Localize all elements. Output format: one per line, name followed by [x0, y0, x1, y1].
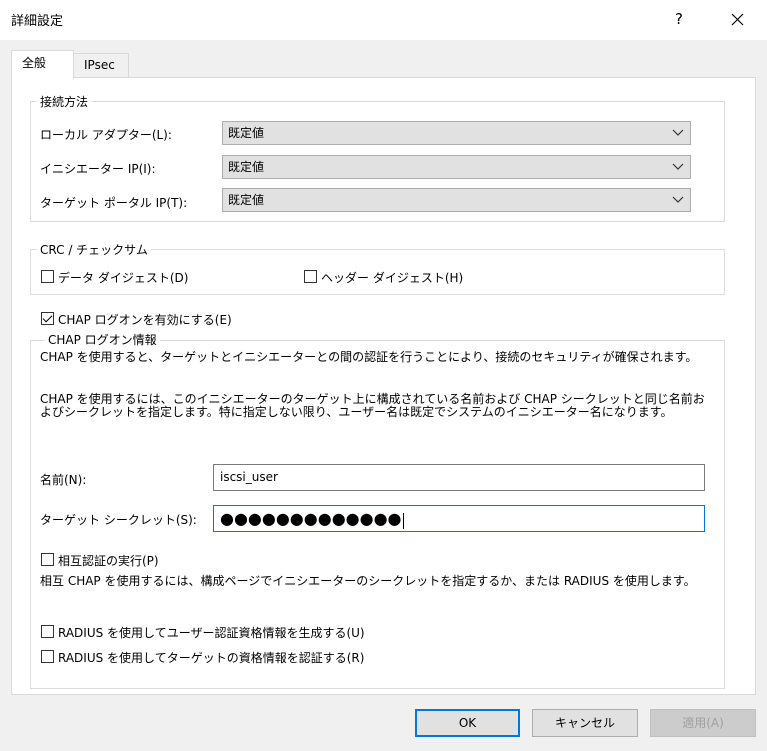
tab-ipsec[interactable]: IPsec	[74, 53, 129, 77]
data-digest-label: データ ダイジェスト(D)	[58, 271, 189, 285]
chap-description-1: CHAP を使用すると、ターゲットとイニシエーターとの間の認証を行うことにより、…	[40, 350, 698, 364]
window-title: 詳細設定	[11, 14, 64, 29]
tab-general[interactable]: 全般	[11, 50, 74, 79]
chap-description-2: CHAP を使用するには、このイニシエーターのターゲット上に構成されている名前お…	[40, 392, 705, 419]
header-digest-label: ヘッダー ダイジェスト(H)	[321, 271, 464, 285]
radius-user-checkbox[interactable]	[41, 625, 54, 638]
initiator-ip-select[interactable]: 既定値	[222, 155, 691, 179]
secret-input[interactable]: ●●●●●●●●●●●●●	[213, 505, 705, 532]
radius-target-checkbox[interactable]	[41, 650, 54, 663]
initiator-ip-value: 既定値	[228, 160, 265, 174]
text-caret	[402, 512, 404, 529]
data-digest-checkbox[interactable]	[41, 270, 54, 283]
name-label: 名前(N):	[40, 473, 87, 487]
secret-value: ●●●●●●●●●●●●●	[220, 509, 402, 528]
ok-button[interactable]: OK	[415, 709, 520, 737]
mutual-auth-description: 相互 CHAP を使用するには、構成ページでイニシエーターのシークレットを指定す…	[40, 574, 696, 588]
apply-button[interactable]: 適用(A)	[650, 709, 756, 737]
chevron-down-icon	[672, 196, 684, 203]
cancel-button[interactable]: キャンセル	[532, 709, 638, 737]
connection-legend: 接続方法	[37, 93, 92, 110]
title-bar	[0, 0, 767, 40]
close-button[interactable]	[720, 4, 754, 34]
header-digest-checkbox[interactable]	[304, 270, 317, 283]
target-portal-select[interactable]: 既定値	[222, 188, 691, 212]
help-button[interactable]: ?	[664, 4, 694, 34]
target-portal-label: ターゲット ポータル IP(T):	[40, 196, 188, 210]
chap-enable-label: CHAP ログオンを有効にする(E)	[58, 313, 232, 327]
mutual-auth-label: 相互認証の実行(P)	[58, 554, 159, 568]
radius-target-label: RADIUS を使用してターゲットの資格情報を認証する(R)	[58, 651, 365, 665]
close-icon	[731, 13, 743, 26]
local-adapter-value: 既定値	[228, 126, 265, 140]
secret-label: ターゲット シークレット(S):	[40, 513, 197, 527]
crc-legend: CRC / チェックサム	[37, 241, 151, 258]
local-adapter-label: ローカル アダプター(L):	[40, 128, 172, 142]
chevron-down-icon	[672, 129, 684, 136]
initiator-ip-label: イニシエーター IP(I):	[40, 162, 156, 176]
chevron-down-icon	[672, 163, 684, 170]
name-input[interactable]: iscsi_user	[213, 464, 705, 491]
target-portal-value: 既定値	[228, 193, 265, 207]
chap-legend: CHAP ログオン情報	[45, 331, 160, 348]
mutual-auth-checkbox[interactable]	[41, 553, 54, 566]
radius-user-label: RADIUS を使用してユーザー認証資格情報を生成する(U)	[58, 626, 365, 640]
local-adapter-select[interactable]: 既定値	[222, 121, 691, 145]
chap-enable-checkbox[interactable]	[41, 312, 54, 325]
